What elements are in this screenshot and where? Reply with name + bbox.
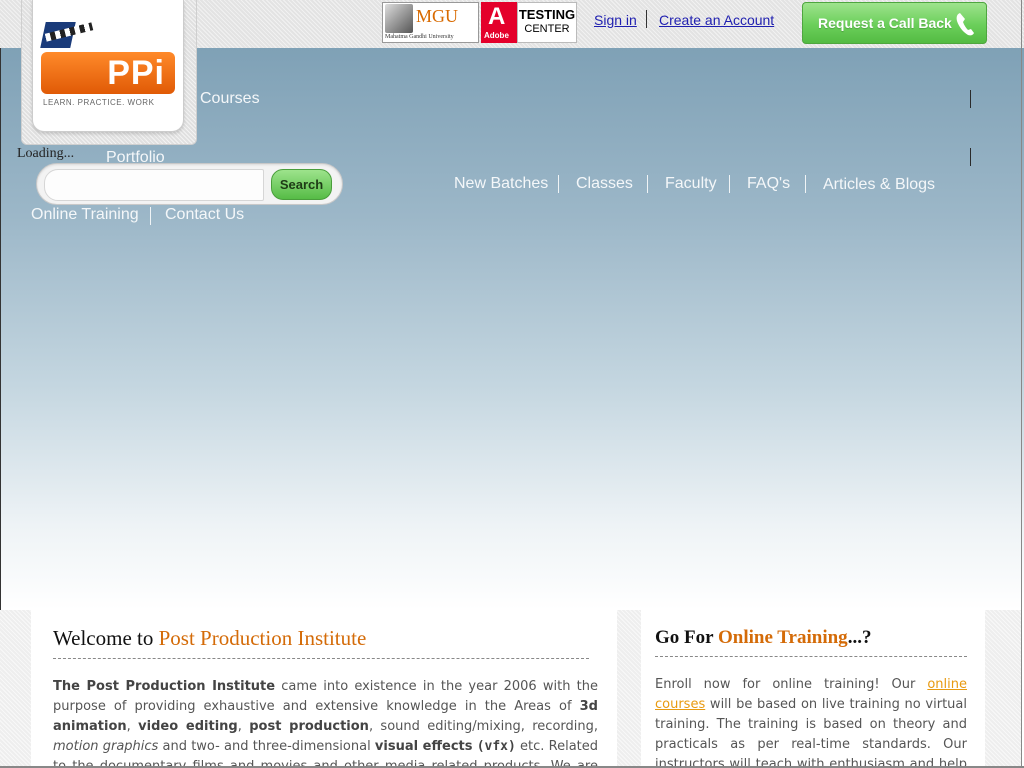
search-bar: Search: [36, 163, 343, 205]
online-heading-prefix: Go For: [655, 627, 718, 648]
nav-divider: [647, 175, 648, 193]
welcome-heading: Welcome to Post Production Institute: [53, 626, 366, 651]
testing-center-line1: TESTING: [518, 7, 576, 22]
text-run: ,: [126, 719, 139, 734]
create-account-link[interactable]: Create an Account: [659, 12, 774, 28]
welcome-heading-prefix: Welcome to: [53, 626, 159, 650]
request-call-back-label: Request a Call Back: [818, 15, 952, 31]
online-heading-divider: [655, 656, 967, 657]
text-run: and two- and three-dimensional: [158, 739, 375, 754]
bold-term: post production: [249, 719, 369, 734]
nav-divider: [150, 207, 151, 225]
nav-divider: [558, 175, 559, 193]
content-right-gutter: [985, 610, 1021, 768]
nav-new-batches[interactable]: New Batches: [454, 175, 548, 193]
content-middle-gutter: [617, 610, 641, 768]
online-training-heading: Go For Online Training...?: [655, 627, 871, 649]
nav-courses[interactable]: Courses: [200, 90, 260, 108]
nav-divider: [970, 90, 971, 108]
mgu-logo-text: MGU: [416, 6, 459, 26]
bold-term: visual effects: [374, 739, 473, 754]
nav-faqs[interactable]: FAQ's: [747, 175, 790, 193]
online-heading-suffix: ...?: [847, 627, 872, 648]
nav-classes[interactable]: Classes: [576, 175, 633, 193]
adobe-logo-word: Adobe: [484, 31, 509, 40]
site-logo[interactable]: PPi LEARN. PRACTICE. WORK: [32, 0, 184, 132]
nav-divider: [805, 175, 806, 193]
testing-center-line2: CENTER: [524, 23, 570, 35]
nav-contact-us[interactable]: Contact Us: [165, 206, 244, 224]
online-training-paragraph: Enroll now for online training! Our onli…: [655, 675, 967, 768]
logo-tagline: LEARN. PRACTICE. WORK: [43, 98, 155, 107]
nav-online-training[interactable]: Online Training: [31, 206, 139, 224]
nav-articles-blogs[interactable]: Articles & Blogs: [823, 176, 935, 194]
phone-icon: [956, 13, 974, 36]
window-edge: [1021, 0, 1022, 768]
welcome-heading-accent: Post Production Institute: [158, 626, 367, 650]
mono-term: (vfx): [476, 739, 516, 754]
mgu-portrait-image: [385, 4, 413, 33]
content-left-gutter: [0, 610, 31, 768]
loading-indicator: Loading...: [17, 146, 75, 161]
search-input[interactable]: [44, 169, 264, 201]
nav-divider: [729, 175, 730, 193]
adobe-logo[interactable]: A Adobe: [481, 2, 517, 43]
bold-term: The Post Production Institute: [53, 679, 276, 694]
welcome-heading-divider: [53, 658, 589, 659]
text-run: ,: [237, 719, 250, 734]
request-call-back-button[interactable]: Request a Call Back: [802, 2, 987, 44]
mgu-logo-subtitle: Mahatma Gandhi University: [385, 34, 454, 40]
online-heading-accent: Online Training: [717, 627, 848, 648]
top-link-divider: [646, 10, 647, 28]
search-button[interactable]: Search: [271, 169, 332, 200]
bold-term: video editing: [138, 719, 238, 734]
logo-container: PPi LEARN. PRACTICE. WORK: [21, 0, 197, 145]
text-run: , sound editing/mixing, recording,: [368, 719, 599, 734]
italic-term: motion graphics: [53, 739, 159, 754]
logo-wordmark: PPi: [41, 52, 175, 94]
nav-faculty[interactable]: Faculty: [665, 175, 717, 193]
welcome-paragraph: The Post Production Institute came into …: [53, 677, 598, 768]
mgu-logo[interactable]: MGU Mahatma Gandhi University: [382, 2, 479, 43]
testing-center-badge: TESTING CENTER: [517, 2, 577, 43]
adobe-logo-letter: A: [488, 3, 506, 30]
text-run: Enroll now for online training! Our: [655, 677, 928, 692]
sign-in-link[interactable]: Sign in: [594, 12, 637, 28]
nav-divider: [970, 148, 971, 166]
